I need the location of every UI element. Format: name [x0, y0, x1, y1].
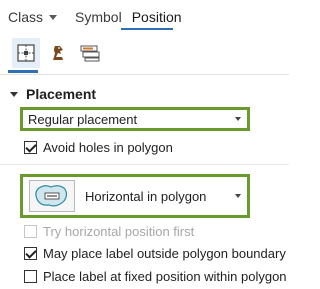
position-grid-icon — [17, 44, 35, 62]
placement-section-header[interactable]: Placement — [10, 84, 96, 104]
try-horizontal-row: Try horizontal position first — [24, 224, 194, 239]
fixed-position-row: Place label at fixed position within pol… — [24, 269, 287, 284]
fixed-position-checkbox[interactable] — [24, 270, 37, 283]
tab-position[interactable]: Position — [132, 8, 182, 26]
fitting-strategy-icon — [80, 45, 100, 62]
position-style-value: Horizontal in polygon — [85, 188, 207, 204]
chevron-down-icon — [10, 92, 18, 97]
tab-symbol[interactable]: Symbol — [75, 8, 122, 26]
chevron-down-icon — [235, 194, 241, 198]
avoid-holes-row: Avoid holes in polygon — [24, 140, 173, 155]
chevron-down-icon — [235, 117, 241, 121]
position-subtool-bar — [10, 38, 289, 72]
position-style-select[interactable]: Horizontal in polygon — [20, 174, 250, 218]
divider — [0, 164, 289, 165]
fixed-position-label: Place label at fixed position within pol… — [43, 269, 287, 284]
avoid-holes-checkbox[interactable] — [24, 141, 37, 154]
avoid-holes-label: Avoid holes in polygon — [43, 140, 173, 155]
placement-select-value: Regular placement — [28, 111, 138, 127]
try-horizontal-checkbox[interactable] — [24, 225, 37, 238]
tab-class[interactable]: Class — [8, 8, 58, 26]
label-position-pane: Class Symbol Position Placement Regular … — [0, 0, 289, 289]
may-place-outside-row: May place label outside polygon boundary — [24, 246, 286, 261]
conflict-resolution-chess-icon — [53, 46, 63, 60]
section-title: Placement — [26, 86, 97, 102]
placement-select[interactable]: Regular placement — [20, 107, 250, 131]
active-subtool-indicator — [8, 70, 38, 73]
subtool-conflict-resolution[interactable] — [44, 38, 72, 68]
chevron-down-icon — [49, 14, 58, 20]
subtool-position[interactable] — [12, 38, 40, 68]
try-horizontal-label: Try horizontal position first — [43, 224, 195, 239]
subtool-fitting-strategy[interactable] — [76, 38, 104, 68]
horizontal-in-polygon-icon — [35, 185, 68, 207]
tab-class-label: Class — [8, 9, 44, 25]
divider — [0, 74, 289, 75]
may-place-outside-checkbox[interactable] — [24, 247, 37, 260]
may-place-outside-label: May place label outside polygon boundary — [43, 246, 286, 261]
active-tab-indicator — [121, 28, 173, 30]
position-style-thumbnail — [29, 180, 75, 212]
